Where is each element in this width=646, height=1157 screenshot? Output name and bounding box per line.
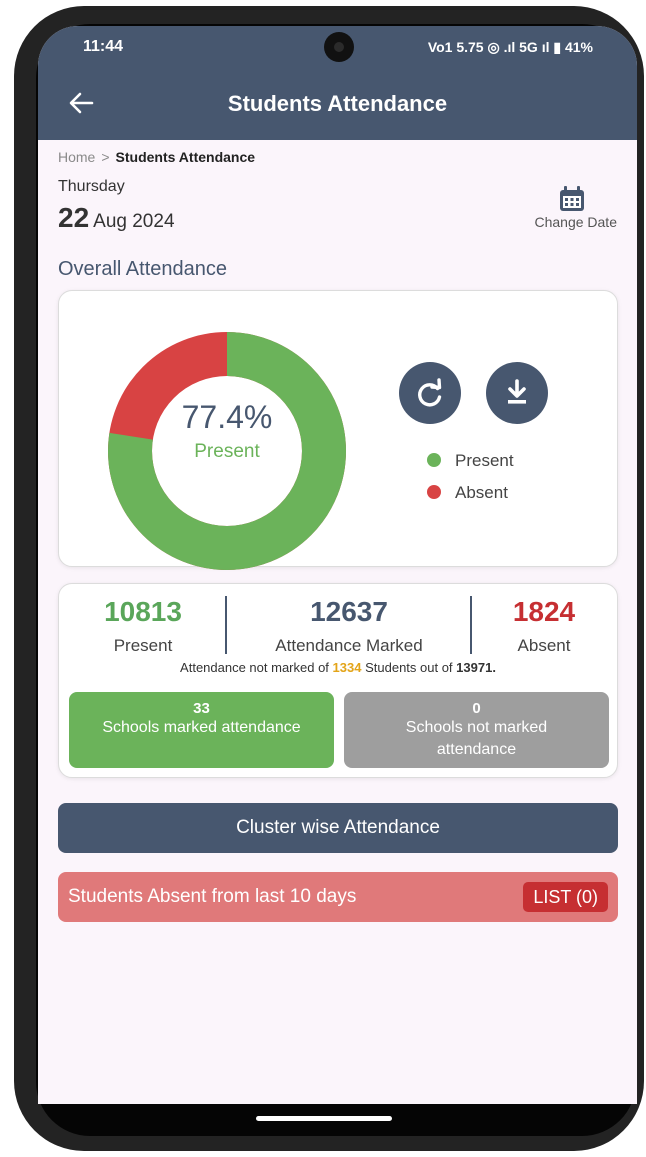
legend-absent-dot [427, 485, 441, 499]
status-indicators: Vo1 5.75 ◎ .ıl 5G ıl ▮ 41% [427, 39, 593, 55]
app-screen: 11:44 Vo1 5.75 ◎ .ıl 5G ıl ▮ 41% Student… [38, 26, 637, 1104]
legend-present: Present [427, 451, 514, 471]
schools-not-marked-button[interactable]: 0 Schools not marked attendance [344, 692, 609, 768]
legend-absent: Absent [427, 483, 508, 503]
schools-marked-count: 33 [193, 700, 210, 717]
status-bar: 11:44 Vo1 5.75 ◎ .ıl 5G ıl ▮ 41% [38, 26, 637, 70]
status-time: 11:44 [83, 38, 124, 55]
overall-attendance-heading: Overall Attendance [58, 258, 227, 280]
download-icon [508, 379, 526, 404]
calendar-icon[interactable] [558, 186, 586, 212]
refresh-button[interactable] [399, 362, 461, 424]
refresh-icon [418, 378, 442, 407]
present-label: Present [113, 636, 173, 655]
schools-marked-button[interactable]: 33 Schools marked attendance [69, 692, 334, 768]
donut-percent: 77.4% [181, 399, 273, 435]
date-month-year: Aug 2024 [93, 211, 175, 232]
stat-present: 10813 Present [73, 596, 213, 656]
not-marked-note: Attendance not marked of 1334 Students o… [59, 660, 617, 675]
donut-caption: Present [194, 441, 260, 462]
stat-divider [225, 596, 227, 654]
weekday-label: Thursday [58, 178, 125, 195]
legend-present-dot [427, 453, 441, 467]
note-mid: Students out of [365, 660, 453, 675]
students-absent-label: Students Absent from last 10 days [68, 886, 357, 907]
note-total: 13971. [456, 660, 496, 675]
present-count: 10813 [104, 596, 182, 627]
breadcrumb: Home > Students Attendance [58, 149, 255, 165]
overall-attendance-card: 77.4% Present Present Absent [58, 290, 618, 570]
app-bar: Students Attendance [38, 70, 637, 140]
stat-divider [470, 596, 472, 654]
absent-list-button[interactable]: LIST (0) [523, 882, 608, 912]
marked-count: 12637 [310, 596, 388, 627]
absent-label: Absent [517, 636, 571, 655]
students-absent-bar[interactable]: Students Absent from last 10 days LIST (… [58, 872, 618, 922]
schools-not-marked-label: Schools not marked attendance [405, 719, 548, 758]
breadcrumb-separator: > [101, 149, 110, 165]
legend-absent-label: Absent [455, 483, 508, 502]
legend-present-label: Present [455, 451, 514, 470]
date-day: 22 [58, 202, 90, 233]
stat-marked: 12637 Attendance Marked [239, 596, 459, 656]
absent-count: 1824 [512, 596, 576, 627]
note-unmarked-count: 1334 [332, 660, 362, 675]
note-prefix: Attendance not marked of [180, 660, 329, 675]
selected-date: 22 Aug 2024 [58, 202, 175, 234]
marked-label: Attendance Marked [275, 636, 423, 655]
stat-absent: 1824 Absent [479, 596, 609, 656]
front-camera [324, 32, 354, 62]
attendance-stats-card: 10813 Present 12637 Attendance Marked 18… [58, 583, 618, 778]
page-title: Students Attendance [227, 91, 448, 116]
download-button[interactable] [486, 362, 548, 424]
breadcrumb-current: Students Attendance [115, 149, 256, 165]
home-indicator[interactable] [256, 1116, 392, 1121]
change-date-button[interactable]: Change Date [534, 214, 617, 230]
breadcrumb-home[interactable]: Home [58, 149, 95, 165]
schools-marked-label: Schools marked attendance [102, 719, 301, 736]
schools-not-marked-count: 0 [472, 700, 481, 717]
cluster-wise-attendance-button[interactable]: Cluster wise Attendance [58, 803, 618, 853]
